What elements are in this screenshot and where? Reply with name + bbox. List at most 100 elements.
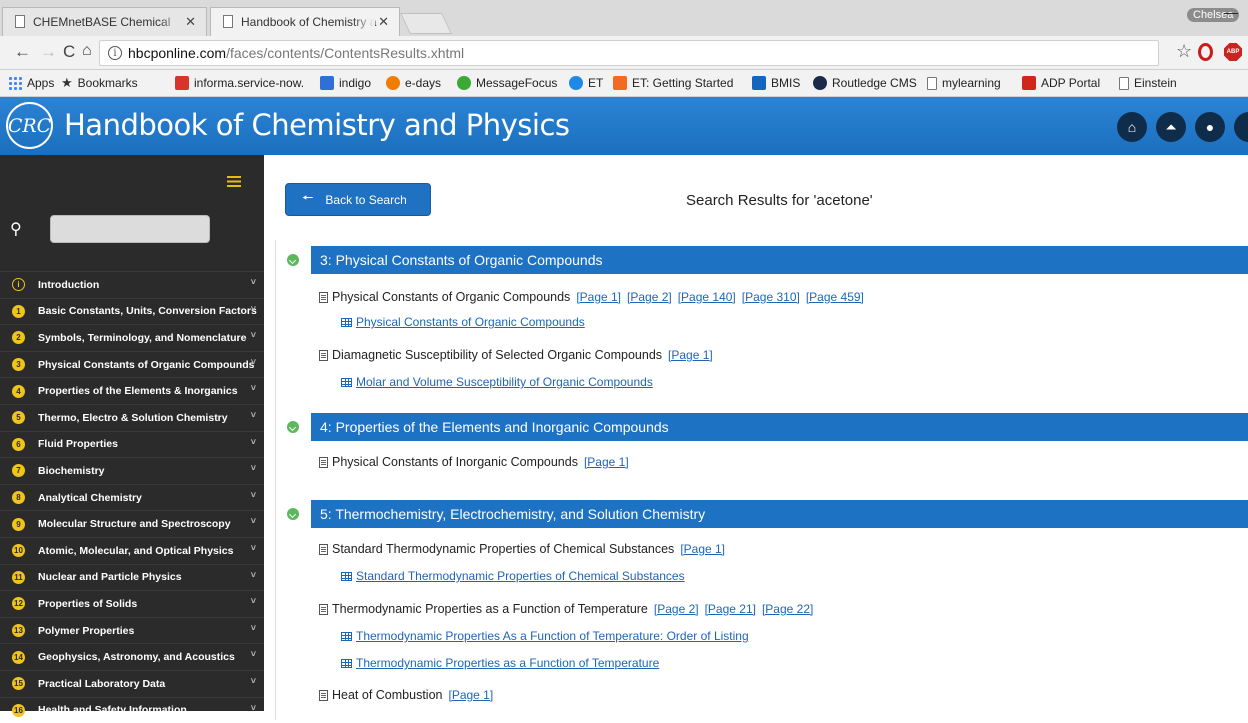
user-button[interactable]: ● — [1195, 112, 1225, 142]
sidebar-item[interactable]: 9Molecular Structure and Spectroscopy˅ — [0, 510, 264, 537]
sidebar-item-label: Fluid Properties — [38, 438, 118, 450]
more-button[interactable] — [1234, 112, 1248, 142]
search-icon[interactable]: ⚲ — [10, 219, 22, 239]
page-link[interactable]: [Page 1] — [668, 348, 713, 362]
page-link[interactable]: [Page 1] — [584, 455, 629, 469]
browser-tab-chemnetbase[interactable]: CHEMnetBASE Chemical ✕ — [2, 7, 207, 36]
back-button-label: Back to Search — [325, 193, 406, 207]
page-link[interactable]: [Page 1] — [680, 542, 725, 556]
bookmark-indigo[interactable]: indigo — [320, 76, 371, 90]
chevron-down-icon[interactable]: ˅ — [251, 330, 256, 340]
minimize-button[interactable]: — — [1224, 4, 1238, 20]
browser-tab-handbook[interactable]: Handbook of Chemistry a ✕ — [210, 7, 400, 36]
chevron-down-icon[interactable]: ˅ — [251, 304, 256, 314]
page-link[interactable]: [Page 310] — [742, 290, 800, 304]
chevron-down-icon[interactable]: ˅ — [251, 703, 256, 713]
reload-icon[interactable]: C — [63, 42, 75, 62]
sidebar-toggle-button[interactable] — [221, 170, 247, 192]
chevron-down-icon[interactable]: ˅ — [251, 463, 256, 473]
sidebar-item[interactable]: 5Thermo, Electro & Solution Chemistry˅ — [0, 404, 264, 431]
sidebar-item[interactable]: 1Basic Constants, Units, Conversion Fact… — [0, 298, 264, 325]
close-icon[interactable]: ✕ — [185, 14, 196, 30]
chevron-down-icon[interactable]: ˅ — [251, 277, 256, 287]
sidebar-item[interactable]: 4Properties of the Elements & Inorganics… — [0, 377, 264, 404]
home-button[interactable]: ⌂ — [1117, 112, 1147, 142]
sidebar-search-input[interactable] — [50, 215, 210, 243]
sidebar-item[interactable]: 16Health and Safety Information˅ — [0, 697, 264, 723]
sidebar-item[interactable]: 15Practical Laboratory Data˅ — [0, 670, 264, 697]
bookmark-star-icon[interactable]: ☆ — [1176, 41, 1192, 62]
chevron-down-icon[interactable]: ˅ — [251, 490, 256, 500]
sidebar-item[interactable]: 10Atomic, Molecular, and Optical Physics… — [0, 537, 264, 564]
bookmark-servicenow[interactable]: informa.service-now. — [175, 76, 304, 90]
adblock-extension-icon[interactable]: ABP — [1224, 43, 1242, 61]
forward-arrow-icon[interactable]: → — [40, 42, 57, 62]
bookmark-bookmarks[interactable]: ★Bookmarks — [61, 76, 138, 90]
chapter-number-badge: 11 — [12, 571, 25, 584]
page-link[interactable]: [Page 2] — [654, 602, 699, 616]
chevron-down-icon[interactable]: ˅ — [251, 623, 256, 633]
bookmark-apps[interactable]: Apps — [8, 76, 54, 90]
sidebar-item[interactable]: 7Biochemistry˅ — [0, 457, 264, 484]
chevron-down-icon[interactable]: ˅ — [251, 357, 256, 367]
sidebar-item[interactable]: 3Physical Constants of Organic Compounds… — [0, 351, 264, 378]
sidebar-item[interactable]: 13Polymer Properties˅ — [0, 617, 264, 644]
collapse-toggle-icon[interactable] — [287, 508, 299, 520]
bookmark-adp[interactable]: ADP Portal — [1022, 76, 1100, 90]
home-icon[interactable]: ⌂ — [82, 42, 92, 60]
chevron-down-icon[interactable]: ˅ — [251, 596, 256, 606]
bookmark-et[interactable]: ET — [569, 76, 603, 90]
table-link[interactable]: Thermodynamic Properties as a Function o… — [341, 656, 659, 670]
back-to-search-button[interactable]: 🠔 Back to Search — [285, 183, 431, 216]
address-bar[interactable]: i hbcponline.com/faces/contents/Contents… — [99, 40, 1159, 66]
bookmark-messagefocus[interactable]: MessageFocus — [457, 76, 557, 90]
bookmark-routledge[interactable]: Routledge CMS — [813, 76, 917, 90]
page-link[interactable]: [Page 1] — [576, 290, 621, 304]
close-icon[interactable]: ✕ — [378, 14, 389, 30]
bookmark-bmis[interactable]: BMIS — [752, 76, 800, 90]
section-header[interactable]: 4: Properties of the Elements and Inorga… — [311, 413, 1248, 441]
chevron-down-icon[interactable]: ˅ — [251, 543, 256, 553]
collapse-toggle-icon[interactable] — [287, 421, 299, 433]
bookmark-einstein[interactable]: Einstein — [1117, 76, 1177, 90]
chevron-down-icon[interactable]: ˅ — [251, 410, 256, 420]
sidebar-item[interactable]: 6Fluid Properties˅ — [0, 431, 264, 458]
chevron-down-icon[interactable]: ˅ — [251, 516, 256, 526]
new-tab-button[interactable] — [400, 13, 452, 34]
section-header[interactable]: 3: Physical Constants of Organic Compoun… — [311, 246, 1248, 274]
chevron-down-icon[interactable]: ˅ — [251, 676, 256, 686]
page-link[interactable]: [Page 459] — [806, 290, 864, 304]
opera-extension-icon[interactable] — [1198, 43, 1213, 61]
section-header[interactable]: 5: Thermochemistry, Electrochemistry, an… — [311, 500, 1248, 528]
collapse-toggle-icon[interactable] — [287, 254, 299, 266]
page-link[interactable]: [Page 21] — [705, 602, 756, 616]
page-link[interactable]: [Page 140] — [678, 290, 736, 304]
sidebar-item-label: Molecular Structure and Spectroscopy — [38, 518, 231, 530]
table-link[interactable]: Standard Thermodynamic Properties of Che… — [341, 569, 685, 583]
sidebar-item[interactable]: 12Properties of Solids˅ — [0, 590, 264, 617]
sidebar-item[interactable]: 11Nuclear and Particle Physics˅ — [0, 564, 264, 591]
page-link[interactable]: [Page 1] — [448, 688, 493, 702]
crc-logo[interactable]: CRC — [6, 102, 53, 149]
chevron-down-icon[interactable]: ˅ — [251, 649, 256, 659]
sidebar-item[interactable]: iIntroduction˅ — [0, 271, 264, 298]
bookmark-mylearning[interactable]: mylearning — [925, 76, 1001, 90]
sidebar-item[interactable]: 8Analytical Chemistry˅ — [0, 484, 264, 511]
lab-button[interactable]: ⏶ — [1156, 112, 1186, 142]
chevron-down-icon[interactable]: ˅ — [251, 437, 256, 447]
app-title[interactable]: Handbook of Chemistry and Physics — [64, 108, 570, 142]
result-entry: Thermodynamic Properties as a Function o… — [319, 602, 813, 616]
table-link[interactable]: Thermodynamic Properties As a Function o… — [341, 629, 749, 643]
table-link[interactable]: Physical Constants of Organic Compounds — [341, 315, 585, 329]
page-link[interactable]: [Page 2] — [627, 290, 672, 304]
table-link[interactable]: Molar and Volume Susceptibility of Organ… — [341, 375, 653, 389]
page-link[interactable]: [Page 22] — [762, 602, 813, 616]
chevron-down-icon[interactable]: ˅ — [251, 383, 256, 393]
bookmark-et-getting-started[interactable]: ET: Getting Started — [613, 76, 733, 90]
info-icon[interactable]: i — [108, 46, 122, 60]
sidebar-item[interactable]: 2Symbols, Terminology, and Nomenclature˅ — [0, 324, 264, 351]
chevron-down-icon[interactable]: ˅ — [251, 570, 256, 580]
sidebar-item[interactable]: 14Geophysics, Astronomy, and Acoustics˅ — [0, 643, 264, 670]
back-arrow-icon[interactable]: ← — [14, 42, 31, 62]
bookmark-edays[interactable]: e-days — [386, 76, 441, 90]
